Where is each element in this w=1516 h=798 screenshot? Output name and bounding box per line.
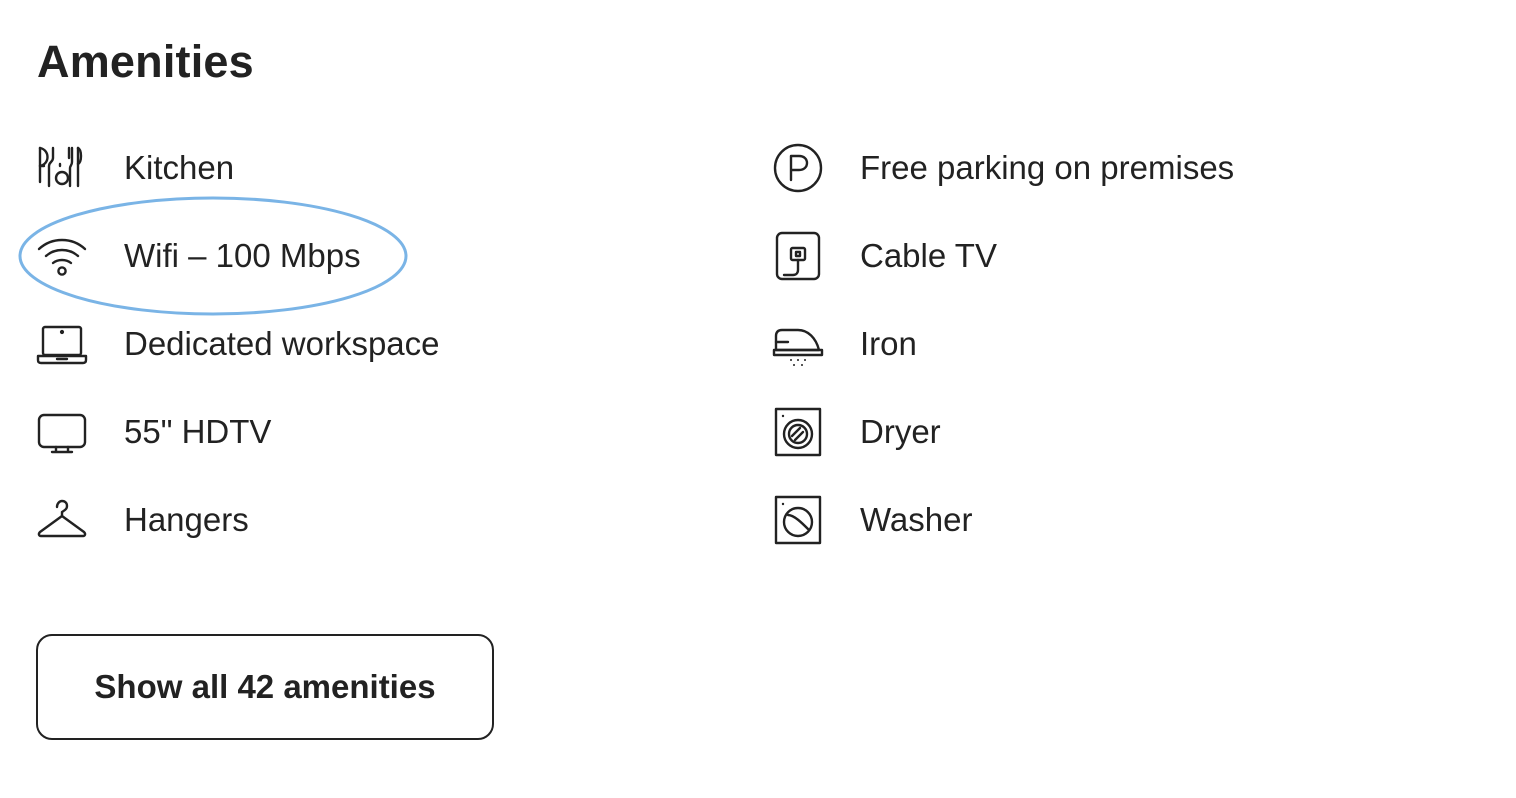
laptop-icon — [36, 318, 88, 370]
amenity-label: Washer — [860, 501, 973, 538]
amenity-label: Free parking on premises — [860, 149, 1235, 186]
amenity-washer: Washer — [772, 490, 972, 550]
amenity-label: Hangers — [124, 501, 249, 538]
amenity-parking: Free parking on premises — [772, 138, 1234, 198]
section-title: Amenities — [37, 36, 254, 87]
parking-icon — [772, 142, 824, 194]
amenity-iron: Iron — [772, 314, 917, 374]
amenity-label: Iron — [860, 325, 917, 362]
amenity-hdtv: 55" HDTV — [36, 402, 271, 462]
amenity-cable-tv: Cable TV — [772, 226, 997, 286]
amenity-label: Wifi – 100 Mbps — [124, 237, 361, 274]
amenity-workspace: Dedicated workspace — [36, 314, 440, 374]
amenity-label: Dedicated workspace — [124, 325, 440, 362]
amenity-hangers: Hangers — [36, 490, 249, 550]
amenity-dryer: Dryer — [772, 402, 941, 462]
amenity-wifi: Wifi – 100 Mbps — [36, 226, 361, 286]
wifi-icon — [36, 230, 88, 282]
cable-tv-icon — [772, 230, 824, 282]
washer-icon — [772, 494, 824, 546]
kitchen-icon — [36, 142, 88, 194]
amenity-label: Cable TV — [860, 237, 997, 274]
amenity-label: Dryer — [860, 413, 941, 450]
amenity-label: Kitchen — [124, 149, 235, 186]
amenity-label: 55" HDTV — [124, 413, 272, 450]
amenity-kitchen: Kitchen — [36, 138, 234, 198]
iron-icon — [772, 318, 824, 370]
dryer-icon — [772, 406, 824, 458]
tv-icon — [36, 406, 88, 458]
show-all-amenities-button[interactable]: Show all 42 amenities — [36, 634, 494, 740]
hanger-icon — [36, 494, 88, 546]
